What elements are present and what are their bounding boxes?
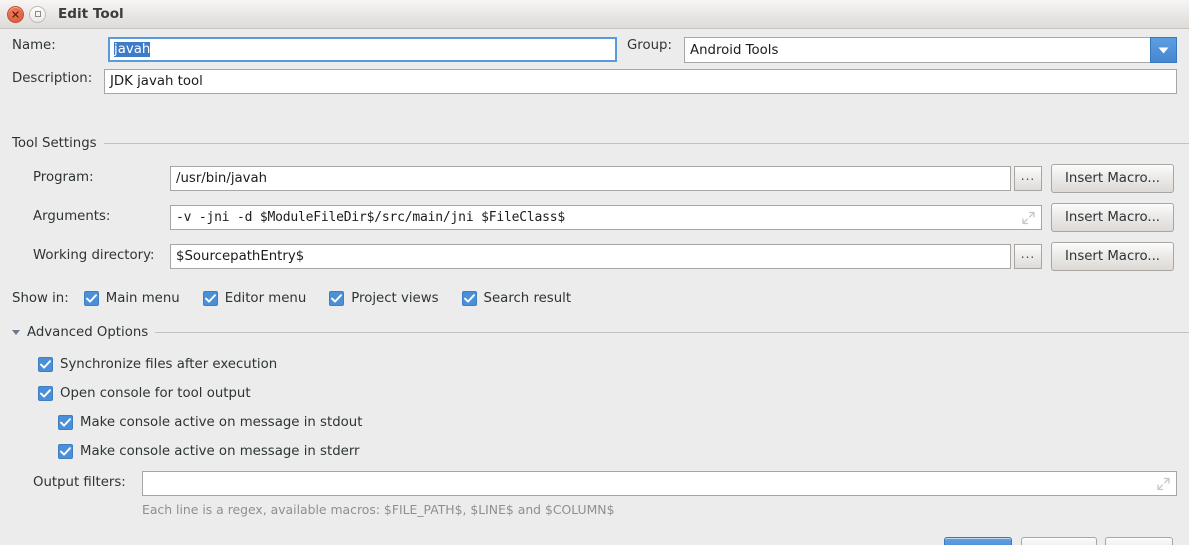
working-directory-label-wrap: Working directory:	[33, 248, 154, 263]
group-label: Group:	[627, 38, 672, 53]
program-input[interactable]: /usr/bin/javah	[170, 166, 1011, 191]
maximize-icon[interactable]	[29, 5, 46, 23]
working-directory-insert-macro-button[interactable]: Insert Macro...	[1051, 242, 1174, 271]
group-label-wrap: Group:	[627, 38, 672, 53]
working-directory-insert-macro-label: Insert Macro...	[1064, 249, 1161, 264]
arguments-input[interactable]: -v -jni -d $ModuleFileDir$/src/main/jni …	[170, 205, 1042, 230]
group-combobox[interactable]: Android Tools	[684, 37, 1177, 63]
working-directory-browse-button[interactable]: ...	[1014, 244, 1042, 269]
working-directory-input-value: $SourcepathEntry$	[176, 249, 305, 264]
arguments-label-wrap: Arguments:	[33, 209, 110, 224]
description-input[interactable]: JDK javah tool	[104, 69, 1177, 94]
checkbox-console-active-stdout[interactable]: Make console active on message in stdout	[58, 415, 362, 430]
group-combobox-value-wrap[interactable]: Android Tools	[684, 37, 1150, 63]
checkbox-checked-icon	[38, 386, 53, 401]
chevron-down-glyph	[1158, 47, 1169, 53]
maximize-glyph	[34, 11, 41, 17]
program-label-wrap: Program:	[33, 170, 94, 185]
tool-settings-section-header: Tool Settings	[12, 136, 1189, 151]
output-filters-hint: Each line is a regex, available macros: …	[142, 502, 615, 517]
program-browse-button[interactable]: ...	[1014, 166, 1042, 191]
checkbox-open-console[interactable]: Open console for tool output	[38, 386, 251, 401]
checkbox-checked-icon	[329, 291, 345, 306]
section-divider	[103, 143, 1189, 144]
show-in-label: Show in:	[12, 291, 69, 306]
checkbox-console-active-stderr-label: Make console active on message in stderr	[80, 444, 360, 459]
checkbox-synchronize-files[interactable]: Synchronize files after execution	[38, 357, 277, 372]
checkbox-editor-menu-label: Editor menu	[224, 291, 307, 306]
arguments-input-value: -v -jni -d $ModuleFileDir$/src/main/jni …	[176, 210, 565, 225]
working-directory-label: Working directory:	[33, 248, 155, 263]
program-input-value: /usr/bin/javah	[176, 171, 268, 186]
checkbox-checked-icon	[58, 415, 73, 430]
checkbox-checked-icon	[58, 444, 73, 459]
checkbox-checked-icon	[461, 291, 477, 306]
checkbox-main-menu[interactable]: Main menu	[83, 291, 180, 306]
checkbox-main-menu-label: Main menu	[105, 291, 180, 306]
edit-tool-dialog: Name: javah Group: Android Tools Descrip…	[0, 29, 1189, 545]
section-divider	[155, 332, 1189, 333]
working-directory-input[interactable]: $SourcepathEntry$	[170, 244, 1011, 269]
output-filters-input[interactable]	[142, 471, 1177, 496]
triangle-down-icon[interactable]	[12, 330, 20, 335]
cancel-button[interactable]: Cancel	[1021, 537, 1097, 545]
name-label: Name:	[12, 38, 56, 53]
checkbox-console-active-stderr[interactable]: Make console active on message in stderr	[58, 444, 360, 459]
program-browse-label: ...	[1020, 169, 1036, 183]
checkbox-console-active-stdout-label: Make console active on message in stdout	[80, 415, 363, 430]
checkbox-search-result[interactable]: Search result	[461, 291, 572, 306]
output-filters-label-wrap: Output filters:	[33, 475, 126, 490]
output-filters-label: Output filters:	[33, 475, 126, 490]
description-label: Description:	[12, 71, 93, 86]
checkbox-checked-icon	[202, 291, 218, 306]
close-icon[interactable]	[7, 5, 24, 23]
window-titlebar: Edit Tool	[0, 0, 1189, 29]
show-in-row: Show in: Main menu Editor menu Project v…	[12, 291, 571, 306]
chevron-down-icon[interactable]	[1150, 37, 1177, 63]
group-combobox-value: Android Tools	[690, 42, 779, 58]
checkbox-project-views-label: Project views	[351, 291, 439, 306]
description-input-value: JDK javah tool	[110, 74, 203, 89]
close-glyph	[12, 10, 19, 18]
ok-button[interactable]: OK	[944, 537, 1012, 545]
arguments-label: Arguments:	[33, 209, 111, 224]
checkbox-checked-icon	[38, 357, 53, 372]
checkbox-project-views[interactable]: Project views	[329, 291, 439, 306]
program-label: Program:	[33, 170, 94, 185]
arguments-insert-macro-label: Insert Macro...	[1064, 210, 1161, 225]
description-label-wrap: Description:	[12, 71, 92, 86]
checkbox-open-console-label: Open console for tool output	[60, 386, 251, 401]
checkbox-search-result-label: Search result	[483, 291, 572, 306]
checkbox-editor-menu[interactable]: Editor menu	[202, 291, 307, 306]
program-insert-macro-label: Insert Macro...	[1064, 171, 1161, 186]
name-input[interactable]: javah	[108, 37, 617, 62]
help-button[interactable]: Help	[1105, 537, 1173, 545]
window-title: Edit Tool	[58, 6, 124, 22]
expand-icon[interactable]	[1022, 211, 1035, 224]
program-insert-macro-button[interactable]: Insert Macro...	[1051, 164, 1174, 193]
working-directory-browse-label: ...	[1020, 247, 1036, 261]
expand-icon[interactable]	[1157, 477, 1170, 490]
checkbox-checked-icon	[83, 291, 99, 306]
tool-settings-title: Tool Settings	[12, 136, 97, 151]
name-label-wrap: Name:	[12, 38, 56, 53]
arguments-insert-macro-button[interactable]: Insert Macro...	[1051, 203, 1174, 232]
advanced-options-title: Advanced Options	[27, 325, 149, 340]
advanced-options-section-header[interactable]: Advanced Options	[12, 325, 1189, 340]
name-input-value: javah	[114, 42, 151, 57]
checkbox-synchronize-files-label: Synchronize files after execution	[60, 357, 278, 372]
